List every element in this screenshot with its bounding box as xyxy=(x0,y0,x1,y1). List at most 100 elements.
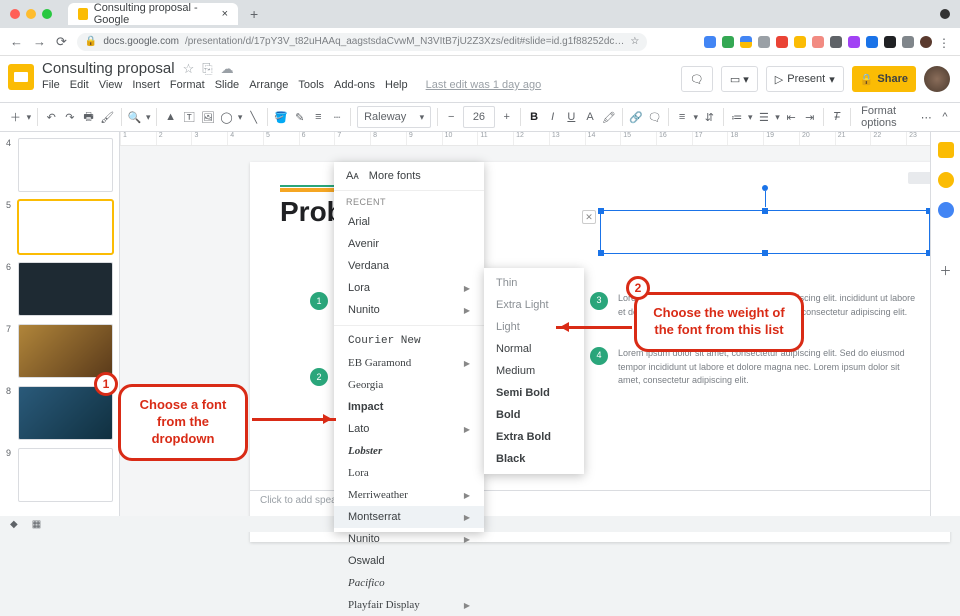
extension-icon[interactable] xyxy=(740,36,752,48)
font-weight-item[interactable]: Thin xyxy=(484,272,584,294)
kebab-icon[interactable]: ⋮ xyxy=(938,36,950,48)
line-spacing-button[interactable]: ⇵ xyxy=(702,107,717,127)
font-dropdown[interactable]: Aᴀ More fonts RECENT ArialAvenirVerdanaL… xyxy=(334,162,484,532)
forward-icon[interactable]: → xyxy=(33,34,46,49)
present-button[interactable]: ▷ Present ▾ xyxy=(766,66,844,92)
font-item[interactable]: Lato▶ xyxy=(334,418,484,440)
reload-icon[interactable]: ⟳ xyxy=(56,34,67,50)
more-fonts-item[interactable]: Aᴀ More fonts xyxy=(334,162,484,191)
menu-view[interactable]: View xyxy=(99,79,123,91)
clear-formatting-button[interactable]: 𝑇̶ xyxy=(830,107,845,127)
font-item[interactable]: Lobster xyxy=(334,440,484,462)
underline-button[interactable]: U xyxy=(564,107,579,127)
extension-icon[interactable] xyxy=(776,36,788,48)
font-item[interactable]: Merriweather▶ xyxy=(334,484,484,506)
font-item[interactable]: Nunito▶ xyxy=(334,528,484,550)
last-edit-label[interactable]: Last edit was 1 day ago xyxy=(426,79,542,91)
calendar-icon[interactable] xyxy=(938,142,954,158)
move-icon[interactable]: ⎘ xyxy=(202,61,212,77)
menu-format[interactable]: Format xyxy=(170,79,205,91)
account-avatar[interactable] xyxy=(924,66,950,92)
browser-tab[interactable]: Consulting proposal - Google × xyxy=(68,3,238,25)
indent-decrease-button[interactable]: ⇤ xyxy=(784,107,799,127)
font-item[interactable]: Nunito▶ xyxy=(334,299,484,321)
bold-button[interactable]: B xyxy=(527,107,542,127)
extension-icon[interactable] xyxy=(884,36,896,48)
font-item[interactable]: Arial xyxy=(334,211,484,233)
font-weight-submenu[interactable]: ThinExtra LightLightNormalMediumSemi Bol… xyxy=(484,268,584,474)
extension-icon[interactable] xyxy=(704,36,716,48)
slide-thumbnail[interactable] xyxy=(18,448,113,502)
font-item[interactable]: Playfair Display▶ xyxy=(334,594,484,616)
slide-thumbnail[interactable] xyxy=(18,200,113,254)
font-item[interactable]: Verdana xyxy=(334,255,484,277)
font-weight-item[interactable]: Normal xyxy=(484,338,584,360)
extension-icon[interactable] xyxy=(812,36,824,48)
back-icon[interactable]: ← xyxy=(10,34,23,49)
decrease-font-size[interactable]: − xyxy=(444,107,459,127)
border-color-button[interactable]: ✎ xyxy=(292,107,307,127)
add-on-icon[interactable]: ＋ xyxy=(938,262,954,278)
window-close[interactable] xyxy=(10,9,20,19)
font-item[interactable]: Impact xyxy=(334,396,484,418)
textbox-tool[interactable]: 🅃 xyxy=(182,107,197,127)
selected-textbox[interactable] xyxy=(600,210,930,254)
font-family-picker[interactable]: Raleway▾ xyxy=(357,106,431,128)
extension-icon[interactable] xyxy=(722,36,734,48)
rotate-handle-icon[interactable]: ✕ xyxy=(582,210,596,224)
indent-increase-button[interactable]: ⇥ xyxy=(802,107,817,127)
menu-arrange[interactable]: Arrange xyxy=(249,79,288,91)
highlight-button[interactable]: 🖍 xyxy=(601,107,616,127)
url-bar[interactable]: 🔒 docs.google.com /presentation/d/17pY3V… xyxy=(77,33,647,51)
profile-badge[interactable] xyxy=(940,9,950,19)
menu-file[interactable]: File xyxy=(42,79,60,91)
zoom-button[interactable]: 🔍 xyxy=(127,107,142,127)
font-item[interactable]: Lora xyxy=(334,462,484,484)
doc-title[interactable]: Consulting proposal xyxy=(42,60,175,77)
collapse-toolbar-button[interactable]: ^ xyxy=(938,107,953,127)
grid-view-icon[interactable]: ▦ xyxy=(32,519,41,530)
font-item[interactable]: Avenir xyxy=(334,233,484,255)
print-button[interactable]: 🖶 xyxy=(81,107,96,127)
font-item[interactable]: Georgia xyxy=(334,374,484,396)
extension-icon[interactable] xyxy=(848,36,860,48)
text-color-button[interactable]: A xyxy=(583,107,598,127)
paint-format-button[interactable]: 🖌 xyxy=(100,107,115,127)
font-item[interactable]: Montserrat▶ xyxy=(334,506,484,528)
avatar-icon[interactable] xyxy=(920,36,932,48)
share-button[interactable]: 🔒 Share xyxy=(852,66,916,92)
slide-thumbnail[interactable] xyxy=(18,262,113,316)
slide-thumbnail[interactable] xyxy=(18,138,113,192)
list-numbered-button[interactable]: ≔ xyxy=(729,107,744,127)
new-tab-button[interactable]: + xyxy=(250,6,258,22)
font-weight-item[interactable]: Black xyxy=(484,448,584,470)
line-tool[interactable]: ╲ xyxy=(246,107,261,127)
font-weight-item[interactable]: Bold xyxy=(484,404,584,426)
list-bulleted-button[interactable]: ☰ xyxy=(757,107,772,127)
extension-icon[interactable] xyxy=(902,36,914,48)
fill-color-button[interactable]: 🪣 xyxy=(274,107,289,127)
redo-button[interactable]: ↷ xyxy=(63,107,78,127)
comment-history-button[interactable]: 🗨 xyxy=(681,66,713,92)
menu-add-ons[interactable]: Add-ons xyxy=(334,79,375,91)
align-button[interactable]: ≡ xyxy=(675,107,690,127)
menu-insert[interactable]: Insert xyxy=(132,79,160,91)
undo-button[interactable]: ↶ xyxy=(44,107,59,127)
more-button[interactable]: ⋯ xyxy=(919,107,934,127)
font-item[interactable]: Lora▶ xyxy=(334,277,484,299)
menu-tools[interactable]: Tools xyxy=(298,79,324,91)
image-tool[interactable]: 🖼 xyxy=(201,107,216,127)
extension-icon[interactable] xyxy=(794,36,806,48)
slides-logo[interactable] xyxy=(8,64,34,90)
font-weight-item[interactable]: Medium xyxy=(484,360,584,382)
slide-thumbnail[interactable] xyxy=(18,324,113,378)
font-item[interactable]: Oswald xyxy=(334,550,484,572)
format-options-button[interactable]: Format options xyxy=(861,105,915,129)
font-weight-item[interactable]: Semi Bold xyxy=(484,382,584,404)
close-icon[interactable]: × xyxy=(222,8,228,20)
extension-icon[interactable] xyxy=(866,36,878,48)
select-tool[interactable]: ▲ xyxy=(163,107,178,127)
extension-icon[interactable] xyxy=(758,36,770,48)
bullet-text[interactable]: Lorem ipsum dolor sit amet, consectetur … xyxy=(618,347,920,388)
keep-icon[interactable] xyxy=(938,172,954,188)
